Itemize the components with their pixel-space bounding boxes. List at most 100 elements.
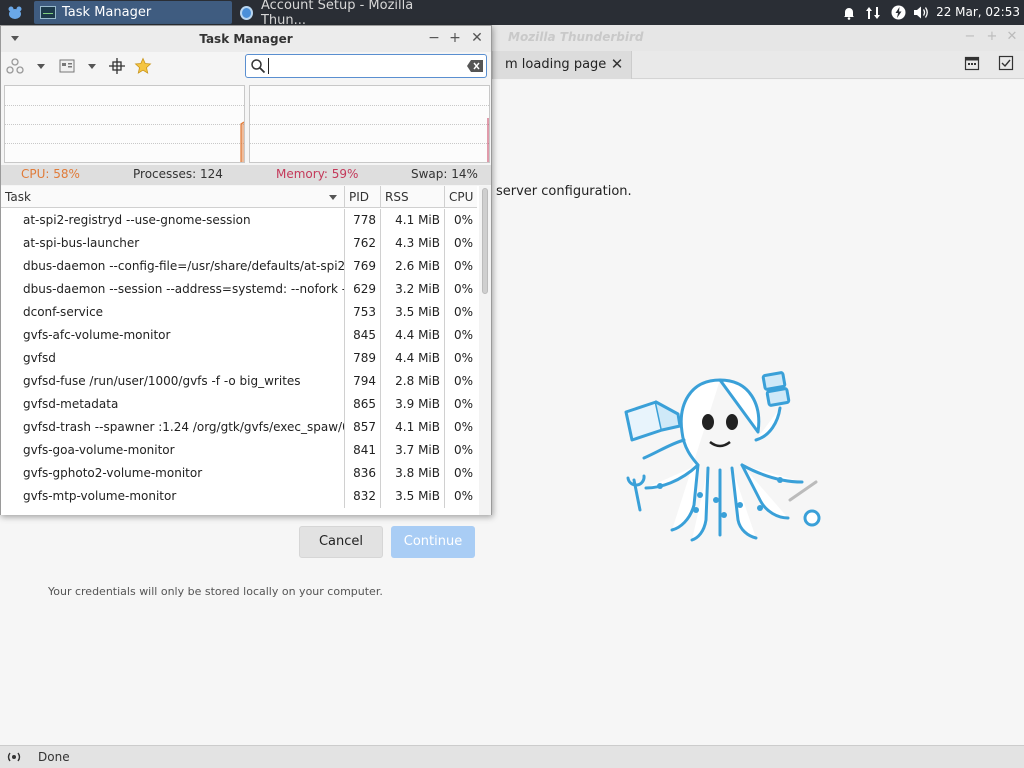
- task-manager-titlebar[interactable]: Task Manager − + ✕: [1, 26, 491, 52]
- cell-cpu: 0%: [453, 259, 473, 273]
- mouse-logo-icon: [8, 6, 22, 19]
- status-bar: Done: [0, 745, 1024, 768]
- thunderbird-icon: [240, 5, 253, 20]
- vertical-scrollbar[interactable]: [479, 186, 491, 515]
- continue-button[interactable]: Continue: [391, 526, 475, 558]
- process-rows: at-spi2-registryd --use-gnome-session 778…: [1, 209, 477, 508]
- cell-pid: 769: [345, 255, 381, 278]
- cell-cpu: 0%: [453, 305, 473, 319]
- power-bolt-icon[interactable]: [887, 0, 909, 25]
- table-row[interactable]: gvfs-gphoto2-volume-monitor 836 3.8 MiB 0%: [1, 462, 477, 485]
- cell-pid: 857: [345, 416, 381, 439]
- chevron-down-icon[interactable]: [88, 64, 96, 69]
- table-header: Task PID RSS CPU: [1, 186, 477, 208]
- top-panel: Task Manager Account Setup - Mozilla Thu…: [0, 0, 1024, 28]
- cell-pid: 778: [345, 209, 381, 232]
- cell-rss: 4.4 MiB: [381, 347, 445, 370]
- cpu-graph-line: [240, 121, 244, 162]
- task-manager-icon: [40, 6, 56, 19]
- star-icon: [134, 57, 152, 74]
- table-row[interactable]: dconf-service 753 3.5 MiB 0%: [1, 301, 477, 324]
- cell-rss: 3.5 MiB: [381, 301, 445, 324]
- clock[interactable]: 22 Mar, 02:53: [936, 0, 1020, 25]
- cell-task: gvfs-goa-volume-monitor: [1, 439, 345, 462]
- octopus-mascot-icon: [624, 371, 821, 542]
- calendar-icon[interactable]: [964, 55, 982, 73]
- cell-cpu: 0%: [453, 282, 473, 296]
- connection-status-icon: [7, 752, 21, 762]
- table-row[interactable]: dbus-daemon --config-file=/usr/share/def…: [1, 255, 477, 278]
- cpu-usage: CPU: 58%: [21, 167, 80, 181]
- volume-icon[interactable]: [910, 0, 932, 25]
- close-button[interactable]: ✕: [469, 29, 485, 47]
- table-row[interactable]: gvfsd-trash --spawner :1.24 /org/gtk/gvf…: [1, 416, 477, 439]
- minimize-button[interactable]: −: [426, 29, 442, 47]
- network-arrows-icon[interactable]: [862, 0, 884, 25]
- column-header-rss[interactable]: RSS: [381, 186, 445, 208]
- table-row[interactable]: gvfsd 789 4.4 MiB 0%: [1, 347, 477, 370]
- stats-bar: CPU: 58% Processes: 124 Memory: 59% Swap…: [1, 165, 491, 185]
- cell-rss: 2.8 MiB: [381, 370, 445, 393]
- cell-task: gvfs-gphoto2-volume-monitor: [1, 462, 345, 485]
- cell-cpu: 0%: [453, 328, 473, 342]
- notification-bell-icon[interactable]: [838, 0, 860, 25]
- table-row[interactable]: gvfsd-fuse /run/user/1000/gvfs -f -o big…: [1, 370, 477, 393]
- cell-cpu: 0%: [453, 374, 473, 388]
- maximize-button[interactable]: +: [447, 29, 463, 47]
- close-button[interactable]: ✕: [1004, 29, 1020, 45]
- table-row[interactable]: dbus-daemon --session --address=systemd:…: [1, 278, 477, 301]
- table-row[interactable]: at-spi2-registryd --use-gnome-session 778…: [1, 209, 477, 232]
- taskbar-item-task-manager[interactable]: Task Manager: [34, 1, 232, 24]
- column-header-pid[interactable]: PID: [345, 186, 381, 208]
- app-menu-button[interactable]: [4, 1, 26, 24]
- tasks-icon[interactable]: [998, 55, 1016, 73]
- server-config-text: server configuration.: [496, 184, 632, 199]
- sort-chevron-down-icon[interactable]: [329, 195, 337, 200]
- identify-window-button[interactable]: [107, 56, 127, 76]
- cell-rss: 4.1 MiB: [381, 416, 445, 439]
- window-title: Mozilla Thunderbird: [508, 30, 644, 44]
- cell-cpu: 0%: [453, 397, 473, 411]
- cell-task: dbus-daemon --session --address=systemd:…: [1, 278, 345, 301]
- maximize-button[interactable]: +: [984, 29, 1000, 45]
- cell-task: gvfsd-fuse /run/user/1000/gvfs -f -o big…: [1, 370, 345, 393]
- taskbar-item-thunderbird[interactable]: Account Setup - Mozilla Thun...: [236, 0, 442, 28]
- table-row[interactable]: gvfsd-metadata 865 3.9 MiB 0%: [1, 393, 477, 416]
- cell-rss: 3.5 MiB: [381, 485, 445, 508]
- cell-rss: 4.4 MiB: [381, 324, 445, 347]
- cell-pid: 789: [345, 347, 381, 370]
- search-field[interactable]: [245, 54, 487, 78]
- cell-task: dconf-service: [1, 301, 345, 324]
- tab-close-icon[interactable]: ✕: [609, 55, 625, 73]
- scrollbar-thumb[interactable]: [482, 188, 488, 294]
- tab-account-setup[interactable]: m loading page ✕: [492, 51, 632, 79]
- cell-rss: 4.3 MiB: [381, 232, 445, 255]
- taskbar-item-label: Task Manager: [62, 5, 152, 20]
- cell-rss: 3.8 MiB: [381, 462, 445, 485]
- memory-usage: Memory: 59%: [276, 167, 359, 181]
- clear-search-icon[interactable]: [466, 59, 484, 73]
- cell-rss: 2.6 MiB: [381, 255, 445, 278]
- cell-task: gvfs-mtp-volume-monitor: [1, 485, 345, 508]
- view-settings-button[interactable]: [57, 56, 77, 76]
- memory-graph-line: [487, 118, 489, 162]
- process-tree-button[interactable]: [5, 56, 25, 76]
- cell-task: at-spi-bus-launcher: [1, 232, 345, 255]
- window-title: Task Manager: [199, 32, 293, 46]
- column-header-task[interactable]: Task: [1, 186, 345, 208]
- favorites-button[interactable]: [133, 56, 153, 76]
- column-header-cpu[interactable]: CPU: [445, 186, 477, 208]
- table-row[interactable]: gvfs-afc-volume-monitor 845 4.4 MiB 0%: [1, 324, 477, 347]
- cpu-graph: [4, 85, 245, 163]
- minimize-button[interactable]: −: [962, 29, 978, 45]
- table-row[interactable]: at-spi-bus-launcher 762 4.3 MiB 0%: [1, 232, 477, 255]
- process-tree-icon: [6, 58, 24, 74]
- table-row[interactable]: gvfs-mtp-volume-monitor 832 3.5 MiB 0%: [1, 485, 477, 508]
- taskbar-item-label: Account Setup - Mozilla Thun...: [260, 0, 414, 28]
- cancel-button[interactable]: Cancel: [299, 526, 383, 558]
- cell-pid: 836: [345, 462, 381, 485]
- memory-graph: [249, 85, 490, 163]
- table-row[interactable]: gvfs-goa-volume-monitor 841 3.7 MiB 0%: [1, 439, 477, 462]
- search-input[interactable]: [268, 58, 460, 74]
- chevron-down-icon[interactable]: [37, 64, 45, 69]
